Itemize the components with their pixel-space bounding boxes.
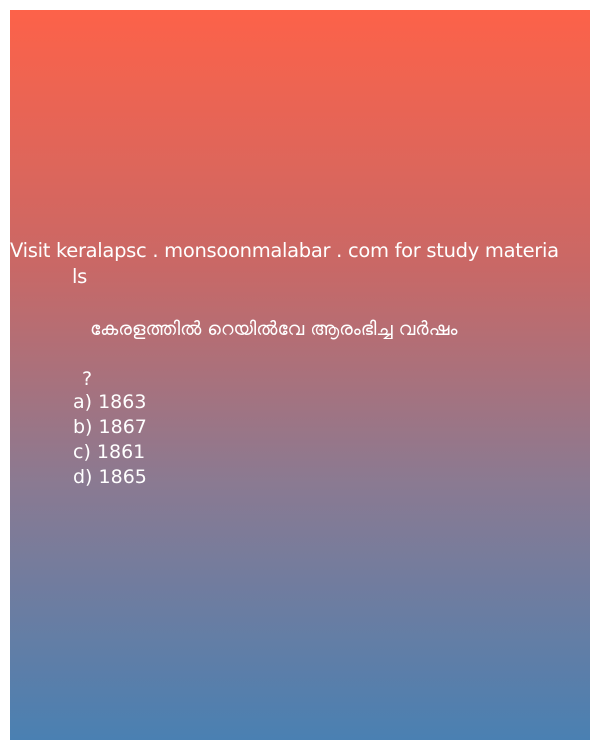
question: കേരളത്തിൽ റെയിൽവേ ആരംഭിച്ച വർഷം ? bbox=[82, 316, 457, 392]
option-d[interactable]: d) 1865 bbox=[73, 465, 147, 490]
site-note: Visit keralapsc . monsoonmalabar . com f… bbox=[10, 238, 592, 290]
options-list: a) 1863 b) 1867 c) 1861 d) 1865 bbox=[73, 390, 147, 490]
question-text: കേരളത്തിൽ റെയിൽവേ ആരംഭിച്ച വർഷം bbox=[90, 318, 458, 340]
site-note-line1: Visit keralapsc . monsoonmalabar . com f… bbox=[10, 239, 559, 262]
question-mark: ? bbox=[82, 368, 93, 390]
option-c[interactable]: c) 1861 bbox=[73, 440, 147, 465]
site-note-line2: ls bbox=[72, 265, 87, 288]
option-b[interactable]: b) 1867 bbox=[73, 415, 147, 440]
option-a[interactable]: a) 1863 bbox=[73, 390, 147, 415]
question-card: Visit keralapsc . monsoonmalabar . com f… bbox=[10, 10, 590, 740]
